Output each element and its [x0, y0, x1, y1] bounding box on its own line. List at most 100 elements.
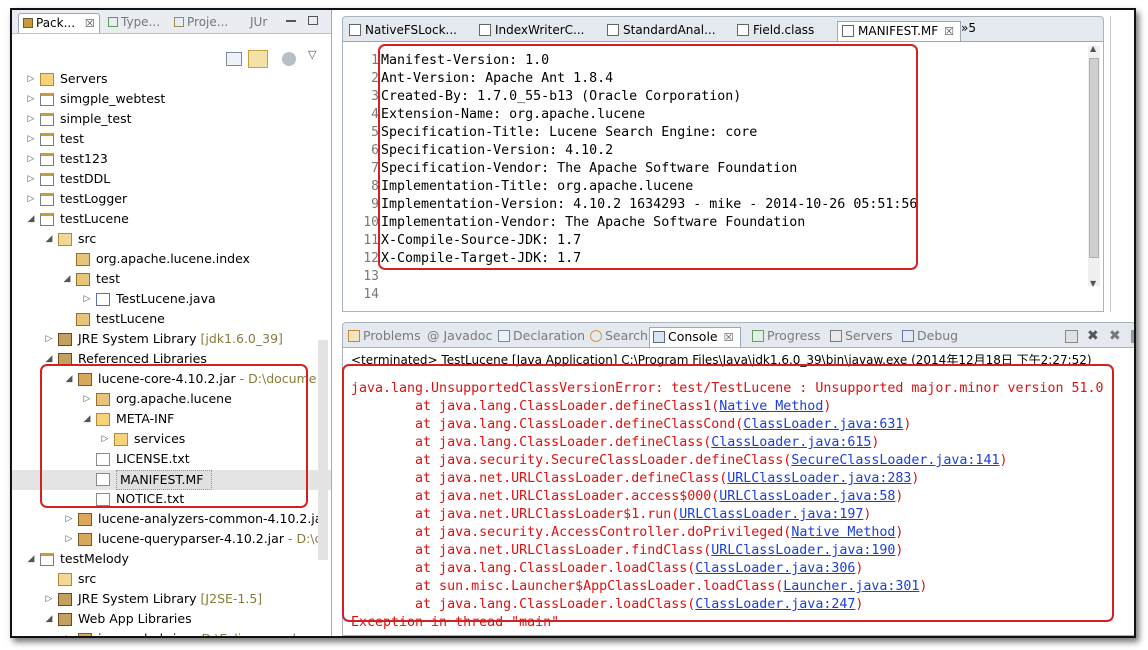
tab-indexwriterconfig[interactable]: IndexWriterC...: [475, 21, 599, 41]
collapsed-arrow-icon[interactable]: ▷: [26, 110, 36, 128]
tab-label: Problems: [363, 328, 421, 343]
tab-junit[interactable]: JUr: [250, 13, 267, 33]
tab-debug[interactable]: Debug: [899, 327, 958, 347]
tree-item[interactable]: ▷ simgple_webtest: [12, 90, 331, 110]
collapsed-arrow-icon[interactable]: ▷: [26, 70, 36, 88]
tab-problems[interactable]: Problems: [345, 327, 421, 347]
expanded-arrow-icon[interactable]: ◢: [62, 270, 72, 288]
tab-label: NativeFSLock...: [365, 23, 457, 37]
toolbar-overflow-icon[interactable]: [1131, 330, 1134, 343]
package-explorer-icon: [23, 18, 33, 28]
collapse-all-icon[interactable]: [226, 52, 242, 66]
link-with-editor-icon[interactable]: [248, 50, 268, 68]
tree-item-label: lucene-queryparser-4.10.2.jar: [98, 531, 284, 546]
class-file-icon: [349, 24, 361, 36]
close-icon[interactable]: ☒: [724, 329, 734, 347]
expanded-arrow-icon[interactable]: ◢: [44, 230, 54, 248]
tab-label: @ Javadoc: [427, 328, 493, 343]
collapsed-arrow-icon[interactable]: ▷: [26, 190, 36, 208]
tree-item[interactable]: ◢ testMelody: [12, 550, 331, 570]
tab-label: Console: [668, 329, 718, 344]
scroll-down-icon[interactable]: ▼: [1090, 279, 1096, 288]
highlight-box: [378, 44, 918, 270]
collapsed-arrow-icon[interactable]: ▷: [26, 150, 36, 168]
left-tab-bar: Pack... ☒ Type... Proje... JUr: [12, 10, 331, 34]
maximize-icon[interactable]: [308, 16, 318, 25]
tree-item[interactable]: ◢ testLucene: [12, 210, 331, 230]
class-file-icon: [479, 24, 491, 36]
tree-item[interactable]: testLucene: [12, 310, 331, 330]
tab-declaration[interactable]: Declaration: [495, 327, 585, 347]
tab-standardanalyzer[interactable]: StandardAnal...: [603, 21, 729, 41]
tab-progress[interactable]: Progress: [749, 327, 820, 347]
tree-item[interactable]: org.apache.lucene.index: [12, 250, 331, 270]
tree-item[interactable]: ▷ test123: [12, 150, 331, 170]
tab-console[interactable]: Console ☒: [649, 327, 741, 347]
tree-item[interactable]: ▷ test: [12, 130, 331, 150]
tree-item-label: simgple_webtest: [60, 91, 166, 106]
close-icon[interactable]: ☒: [85, 15, 95, 33]
tab-package-explorer[interactable]: Pack... ☒: [18, 13, 100, 33]
collapsed-arrow-icon[interactable]: ▷: [26, 170, 36, 188]
line-number: 13: [363, 269, 379, 284]
tree-item[interactable]: ▷ lucene-queryparser-4.10.2.jar - D:\c: [12, 530, 331, 550]
tab-javadoc[interactable]: @ Javadoc: [413, 327, 492, 347]
collapsed-arrow-icon[interactable]: ▷: [44, 590, 54, 608]
tree-item[interactable]: ◢ Web App Libraries: [12, 610, 331, 630]
terminate-icon[interactable]: [1065, 330, 1078, 343]
expanded-arrow-icon[interactable]: ◢: [26, 550, 36, 568]
tree-item[interactable]: ▷ javamelody.jar - D:\Eclipse_workspa: [12, 630, 331, 636]
tree-item-label: lucene-analyzers-common-4.10.2.ja: [98, 511, 323, 526]
tab-field-class[interactable]: Field.class: [733, 21, 833, 41]
tab-label: Progress: [767, 328, 821, 343]
tree-item[interactable]: ▷ lucene-analyzers-common-4.10.2.ja: [12, 510, 331, 530]
tree-item-label: src: [78, 231, 97, 246]
remove-launch-icon[interactable]: ✖: [1087, 329, 1100, 343]
tree-item-label: test: [60, 131, 85, 146]
scroll-up-icon[interactable]: ▲: [1090, 44, 1096, 53]
tree-item[interactable]: src: [12, 570, 331, 590]
type-hierarchy-icon: [108, 17, 118, 27]
collapsed-arrow-icon[interactable]: ▷: [82, 290, 92, 308]
collapsed-arrow-icon[interactable]: ▷: [64, 530, 74, 548]
tree-item[interactable]: ▷ testLogger: [12, 190, 331, 210]
tree-item-label: test123: [60, 151, 108, 166]
collapsed-arrow-icon[interactable]: ▷: [64, 510, 74, 528]
close-icon[interactable]: ☒: [944, 23, 954, 41]
tab-servers[interactable]: Servers: [827, 327, 893, 347]
tree-item[interactable]: ◢ test: [12, 270, 331, 290]
collapsed-arrow-icon[interactable]: ▷: [64, 630, 74, 636]
eclipse-window: Pack... ☒ Type... Proje... JUr ▽ ▷ Server…: [10, 8, 1136, 638]
tab-label: Debug: [917, 328, 959, 343]
expanded-arrow-icon[interactable]: ◢: [26, 210, 36, 228]
tab-label: MANIFEST.MF: [858, 24, 939, 38]
remove-all-icon[interactable]: ✖: [1109, 329, 1122, 343]
library-icon: [58, 613, 72, 626]
tab-manifest-mf[interactable]: MANIFEST.MF ☒: [837, 21, 962, 41]
tab-project-explorer[interactable]: Proje...: [174, 13, 228, 33]
editor-vertical-scrollbar[interactable]: ▲ ▼: [1088, 44, 1100, 288]
tab-type-hierarchy[interactable]: Type...: [108, 13, 160, 33]
tree-item[interactable]: ▷ TestLucene.java: [12, 290, 331, 310]
collapsed-arrow-icon[interactable]: ▷: [44, 330, 54, 348]
tree-item[interactable]: ▷ JRE System Library [J2SE-1.5]: [12, 590, 331, 610]
tree-item-label: Web App Libraries: [78, 611, 192, 626]
tree-item[interactable]: ▷ simple_test: [12, 110, 331, 130]
collapsed-arrow-icon[interactable]: ▷: [26, 130, 36, 148]
view-menu-icon[interactable]: [282, 52, 296, 66]
tab-overflow[interactable]: »5: [961, 21, 976, 35]
tree-item[interactable]: ▷ testDDL: [12, 170, 331, 190]
tab-search[interactable]: Search: [587, 327, 648, 347]
tree-item[interactable]: ▷ Servers: [12, 70, 331, 90]
expanded-arrow-icon[interactable]: ◢: [44, 610, 54, 628]
chevron-down-icon[interactable]: ▽: [308, 48, 316, 61]
tree-item[interactable]: ◢ src: [12, 230, 331, 250]
tab-nativefslock[interactable]: NativeFSLock...: [345, 21, 471, 41]
collapsed-arrow-icon[interactable]: ▷: [26, 90, 36, 108]
tree-item-label: testDDL: [60, 171, 111, 186]
java-file-icon: [96, 293, 110, 306]
editor-scroll-thumb[interactable]: [1089, 58, 1099, 258]
tree-item[interactable]: ▷ JRE System Library [jdk1.6.0_39]: [12, 330, 331, 350]
left-vertical-scrollbar[interactable]: [318, 340, 328, 560]
minimize-icon[interactable]: [286, 20, 296, 22]
